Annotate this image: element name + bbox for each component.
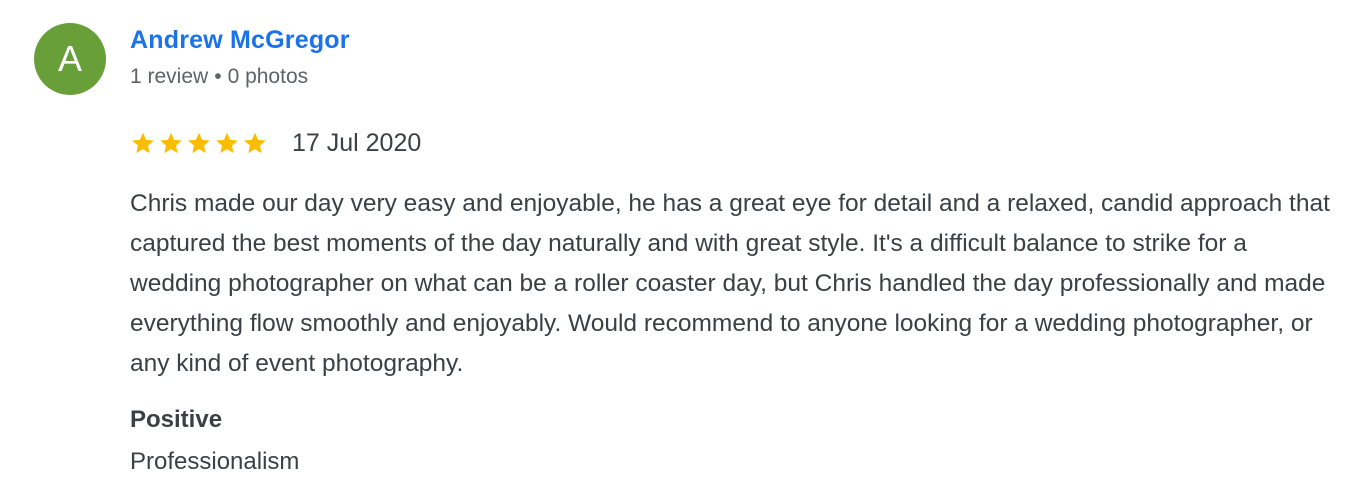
star-icon bbox=[158, 130, 184, 156]
review-card: A Andrew McGregor 1 review • 0 photos 17 J… bbox=[0, 0, 1360, 492]
avatar[interactable]: A bbox=[34, 23, 106, 95]
star-rating bbox=[130, 130, 268, 156]
author-meta: 1 review • 0 photos bbox=[130, 65, 308, 89]
star-icon bbox=[186, 130, 212, 156]
photos-count: 0 photos bbox=[227, 65, 309, 88]
attribute-value: Professionalism bbox=[130, 448, 300, 475]
review-text: Chris made our day very easy and enjoyab… bbox=[130, 190, 1330, 377]
star-icon bbox=[130, 130, 156, 156]
star-icon bbox=[214, 130, 240, 156]
star-icon bbox=[242, 130, 268, 156]
author-name-link[interactable]: Andrew McGregor bbox=[130, 26, 350, 55]
review-date: 17 Jul 2020 bbox=[292, 128, 422, 157]
attribute-heading: Positive bbox=[130, 406, 223, 433]
reviews-count: 1 review bbox=[130, 65, 209, 88]
meta-separator: • bbox=[214, 65, 222, 88]
rating-row: 17 Jul 2020 bbox=[130, 126, 421, 160]
